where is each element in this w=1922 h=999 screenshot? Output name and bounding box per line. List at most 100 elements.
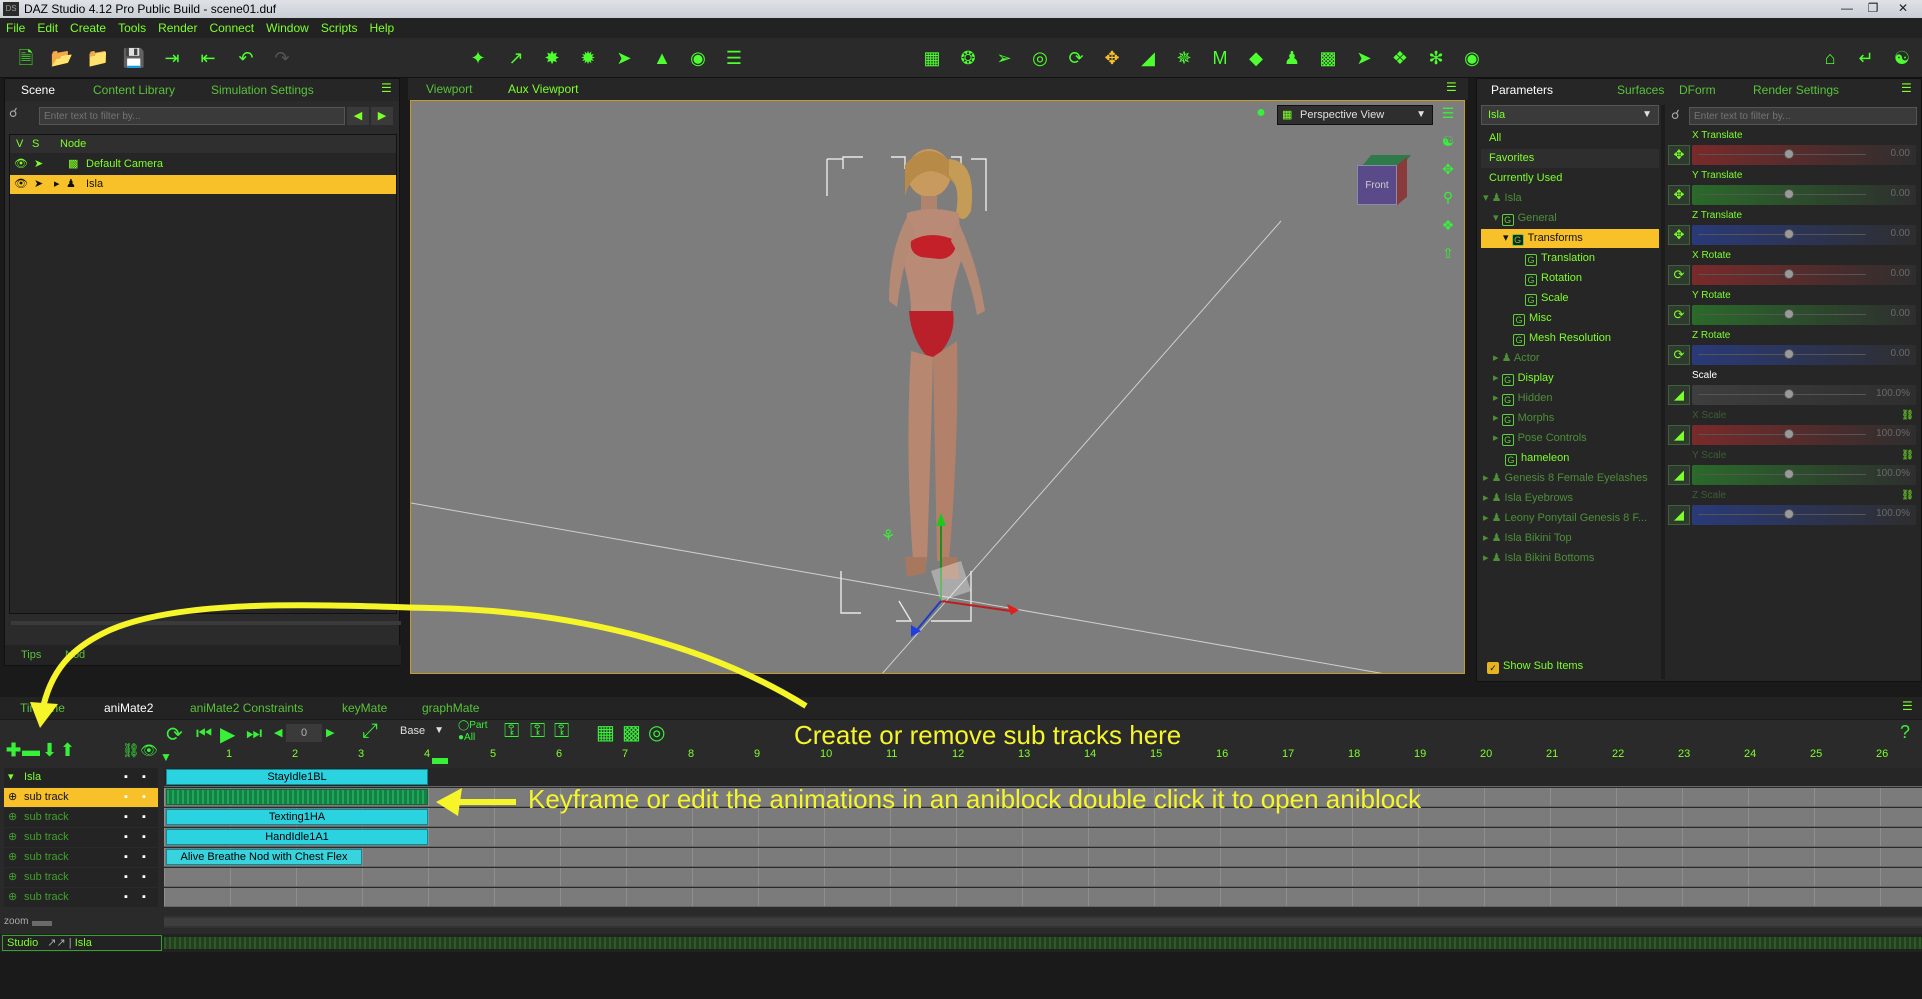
subtrack-icon[interactable]: ⊕ [8, 888, 17, 907]
import-icon[interactable]: ⇥ [160, 46, 184, 70]
group-all[interactable]: All [1481, 129, 1659, 148]
fit-icon[interactable]: ⤢ [362, 720, 378, 743]
viewport-options-icon[interactable]: ☰ [1437, 105, 1459, 125]
slider-track[interactable]: 100.0% [1692, 425, 1916, 445]
eye-icon[interactable]: 👁 [14, 155, 28, 174]
playhead-icon[interactable]: ▼ [160, 750, 172, 764]
visible-column[interactable]: V [16, 135, 23, 153]
expand-arrow-icon[interactable]: ▾ [1493, 212, 1499, 224]
menu-help[interactable]: Help [364, 18, 401, 35]
menu-render[interactable]: Render [152, 18, 203, 35]
aniblock[interactable]: Texting1HA [166, 809, 428, 825]
next-match-icon[interactable]: ▶ [371, 107, 393, 125]
slider-knob[interactable] [1784, 349, 1794, 359]
help-icon[interactable]: ☯ [1890, 46, 1914, 70]
frame-prev-icon[interactable]: ◀ [274, 726, 282, 739]
tree-item-scale[interactable]: G Scale [1481, 289, 1659, 308]
geometry-editor-icon[interactable]: ▲ [650, 46, 674, 70]
node-weight-icon[interactable]: ✸ [540, 46, 564, 70]
tree-item-display[interactable]: ▸ G Display [1481, 369, 1659, 388]
node-selection-icon[interactable]: ◎ [1028, 46, 1052, 70]
selectable-column[interactable]: S [32, 135, 39, 153]
subtrack-row[interactable]: ⊕ sub track ▪ ▪ [4, 868, 158, 887]
expand-arrow-icon[interactable]: ▸ [1483, 472, 1489, 484]
spot-light-icon[interactable]: ❖ [1388, 46, 1412, 70]
render-tool-icon[interactable]: ➤ [1352, 46, 1376, 70]
slider-track[interactable]: 0.00 [1692, 345, 1916, 365]
tab-dform[interactable]: DForm [1679, 83, 1716, 97]
scene-scrollbar[interactable] [11, 621, 401, 625]
menu-connect[interactable]: Connect [203, 18, 260, 35]
expand-arrow-icon[interactable]: ▸ [1493, 392, 1499, 404]
redo-icon[interactable]: ↷ [270, 46, 294, 70]
export-icon[interactable]: ⇤ [196, 46, 220, 70]
show-sub-items-checkbox[interactable]: ✓ Show Sub Items [1481, 657, 1659, 676]
slider-value[interactable]: 0.00 [1891, 308, 1910, 319]
tab-viewport[interactable]: Viewport [426, 82, 472, 96]
tab-parameters[interactable]: Parameters [1491, 83, 1553, 97]
lock-toggle[interactable]: ▪ [124, 828, 128, 847]
scale-slider[interactable]: Scale ◢ 100.0% [1666, 370, 1918, 408]
zoom-icon[interactable]: ⚲ [1437, 189, 1459, 209]
joint-editor-icon[interactable]: ↗ [504, 46, 528, 70]
slider-track[interactable]: 0.00 [1692, 225, 1916, 245]
end-marker[interactable] [432, 758, 448, 764]
all-toggle[interactable]: ●All [458, 732, 475, 743]
layer-select[interactable]: Base ▼ [394, 723, 446, 741]
eye-icon[interactable]: 👁 [14, 175, 28, 194]
expand-arrow-icon[interactable]: ▸ [1493, 432, 1499, 444]
tree-item-hidden[interactable]: ▸ G Hidden [1481, 389, 1659, 408]
view-cube[interactable]: Front [1351, 153, 1412, 209]
tree-item-translation[interactable]: G Translation [1481, 249, 1659, 268]
tree-item-misc[interactable]: G Misc [1481, 309, 1659, 328]
status-selector[interactable]: Studio ↗↗ | Isla [2, 935, 162, 951]
slider-value[interactable]: 0.00 [1891, 348, 1910, 359]
slider-track[interactable]: 0.00 [1692, 145, 1916, 165]
restore-icon[interactable]: ❐ [1860, 0, 1886, 16]
open-file-icon[interactable]: 📂 [50, 46, 74, 70]
y-translate-slider[interactable]: Y Translate ✥ 0.00 [1666, 170, 1918, 208]
lock-toggle[interactable]: ▪ [124, 808, 128, 827]
slider-value[interactable]: 100.0% [1876, 508, 1910, 519]
lock-icon[interactable]: ⛓ [122, 742, 140, 759]
perspective-view-select[interactable]: ▦ Perspective View ▼ [1277, 105, 1433, 125]
menu-file[interactable]: File [0, 18, 31, 35]
scale-icon[interactable]: ◢ [1668, 505, 1690, 525]
aniblock[interactable]: StayIdle1BL [166, 769, 428, 785]
slider-knob[interactable] [1784, 469, 1794, 479]
skip-forward-icon[interactable]: ⏭ [246, 723, 262, 744]
tab-aux-viewport[interactable]: Aux Viewport [508, 82, 578, 96]
visibility-toggle[interactable]: ▪ [142, 808, 146, 827]
visibility-toggle[interactable]: ▪ [142, 768, 146, 787]
frame-icon[interactable]: ❖ [1437, 217, 1459, 237]
slider-track[interactable]: 100.0% [1692, 465, 1916, 485]
visibility-toggle[interactable]: ▪ [142, 888, 146, 907]
slider-value[interactable]: 0.00 [1891, 228, 1910, 239]
key-remove-icon[interactable]: ⚿ [554, 720, 569, 743]
tree-item-eyelashes[interactable]: ▸ ♟ Genesis 8 Female Eyelashes [1481, 469, 1659, 488]
lock-icon[interactable]: ⛓ [1901, 490, 1914, 501]
panel-menu-icon[interactable]: ☰ [1901, 81, 1912, 95]
expand-arrow-icon[interactable]: ▸ [54, 175, 60, 194]
group-currently-used[interactable]: Currently Used [1481, 169, 1659, 188]
pointer-icon[interactable]: ➢ [992, 46, 1016, 70]
subtrack-row[interactable]: ⊕ sub track ▪ ▪ [4, 828, 158, 847]
slider-track[interactable]: 0.00 [1692, 265, 1916, 285]
selectable-icon[interactable]: ➤ [34, 175, 43, 194]
tree-item-mesh-resolution[interactable]: G Mesh Resolution [1481, 329, 1659, 348]
y-rotate-slider[interactable]: Y Rotate ⟳ 0.00 [1666, 290, 1918, 328]
surface-selection-icon[interactable]: ➤ [612, 46, 636, 70]
slider-track[interactable]: 100.0% [1692, 505, 1916, 525]
tree-item-hameleon[interactable]: Ghameleon [1481, 449, 1659, 468]
remove-subtrack-icon[interactable]: ▬ [22, 740, 40, 761]
panel-menu-icon[interactable]: ☰ [1902, 699, 1913, 713]
checkbox-icon[interactable]: ✓ [1487, 662, 1499, 674]
panel-splitter[interactable] [1661, 105, 1665, 679]
tree-item-ponytail[interactable]: ▸ ♟ Leony Ponytail Genesis 8 F... [1481, 509, 1659, 528]
tree-item-morphs[interactable]: ▸ G Morphs [1481, 409, 1659, 428]
tree-item-bikini-bottoms[interactable]: ▸ ♟ Isla Bikini Bottoms [1481, 549, 1659, 568]
menu-window[interactable]: Window [260, 18, 315, 35]
slider-value[interactable]: 100.0% [1876, 388, 1910, 399]
render-settings-icon[interactable]: ✻ [1424, 46, 1448, 70]
subtrack-icon[interactable]: ⊕ [8, 868, 17, 887]
